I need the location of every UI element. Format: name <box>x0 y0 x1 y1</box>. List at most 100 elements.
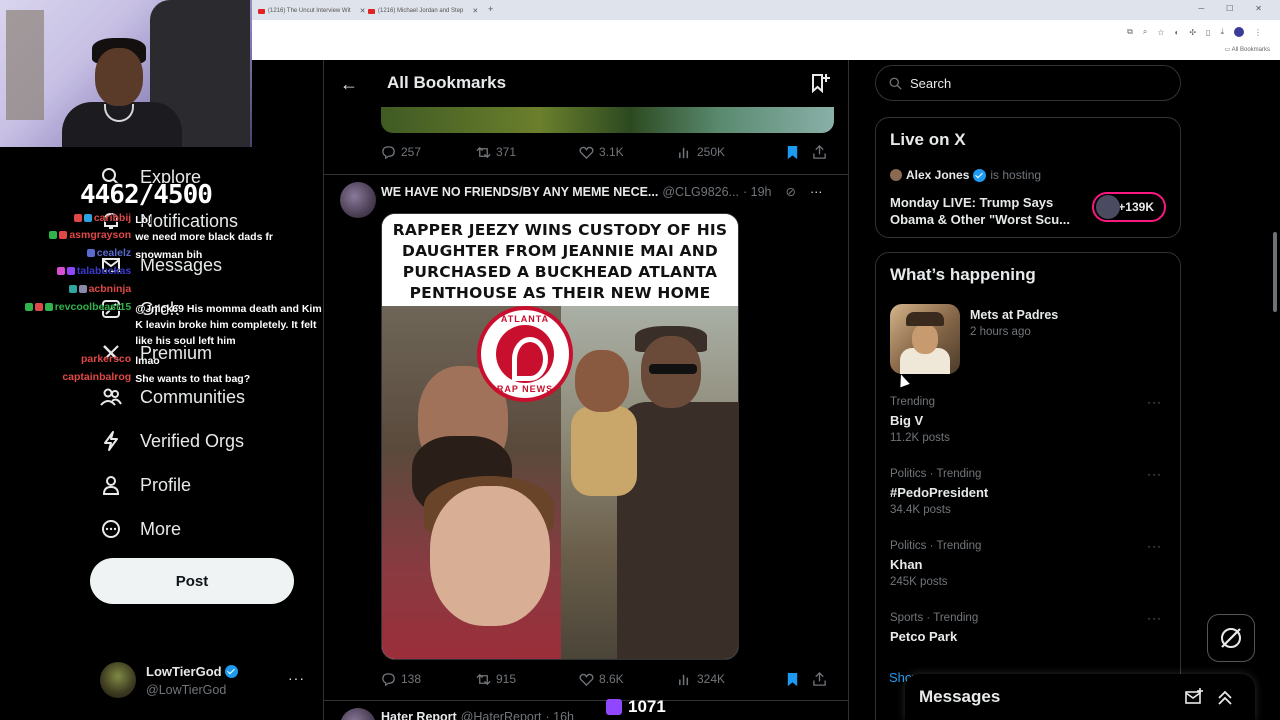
badge-icon <box>59 231 68 239</box>
new-tab-button[interactable]: + <box>488 4 493 14</box>
zoom-icon[interactable]: ⌕ <box>1143 27 1147 37</box>
browser-tab[interactable]: (1216) Michael Jordan and Step ✕ <box>368 4 478 18</box>
tweet-timestamp[interactable]: · 19h <box>743 185 772 199</box>
trend-featured[interactable]: Mets at Padres 2 hours ago <box>890 304 1170 374</box>
close-icon[interactable]: ✕ <box>472 7 478 15</box>
trend-item[interactable]: Politics · Trending #PedoPresident 34.4K… <box>890 467 1170 522</box>
repost-button[interactable]: 915 <box>476 672 579 687</box>
chat-username: acbninja <box>88 283 132 295</box>
share-button[interactable] <box>812 144 827 160</box>
like-button[interactable]: 3.1K <box>579 145 677 160</box>
tweet-author-name[interactable]: Hater Report <box>381 710 457 720</box>
bookmarks-timeline[interactable]: ← All Bookmarks 257 371 3.1K 250K WE HAV… <box>323 60 849 720</box>
expand-chevron-icon[interactable] <box>1216 688 1234 706</box>
post-button[interactable]: Post <box>90 558 294 604</box>
tweet-image[interactable]: RAPPER JEEZY WINS CUSTODY OF HIS DAUGHTE… <box>381 213 739 660</box>
live-space-title[interactable]: Monday LIVE: Trump Says Obama & Other "W… <box>890 194 1085 228</box>
tweet-more-icon[interactable]: ··· <box>810 185 823 199</box>
downloads-icon[interactable]: ⤓ <box>1220 27 1224 37</box>
nav-item-communities[interactable]: Communities <box>100 386 300 408</box>
tweet-timestamp[interactable]: · 16h <box>546 710 575 720</box>
menu-icon[interactable]: ⋮ <box>1254 28 1262 37</box>
live-listener-pill[interactable]: +139K <box>1092 192 1166 222</box>
live-host-row[interactable]: Alex Jones is hosting <box>890 168 1041 182</box>
new-message-icon[interactable] <box>1185 688 1203 706</box>
repost-icon <box>476 673 491 685</box>
all-bookmarks-folder[interactable]: ▭ All Bookmarks <box>1225 46 1270 53</box>
audio-icon[interactable]: ◐ <box>1175 28 1180 37</box>
views-button[interactable]: 250K <box>677 145 785 160</box>
youtube-icon <box>368 8 375 14</box>
sidebar-icon[interactable]: ▯ <box>1206 28 1210 37</box>
trend-name: Big V <box>890 413 924 428</box>
nav-item-profile[interactable]: Profile <box>100 474 300 496</box>
tweet-author-avatar[interactable] <box>340 182 376 218</box>
back-arrow-icon[interactable]: ← <box>340 74 358 95</box>
tweet-author-name[interactable]: WE HAVE NO FRIENDS/BY ANY MEME NECE... <box>381 185 658 199</box>
messages-drawer-title: Messages <box>919 687 1001 706</box>
maximize-icon[interactable]: ☐ <box>1226 4 1233 13</box>
account-more-button[interactable]: ··· <box>288 670 305 686</box>
bookmark-button[interactable] <box>785 145 812 160</box>
account-switcher[interactable]: LowTierGod @LowTierGod ··· <box>100 662 315 702</box>
chat-username: cealelz <box>96 247 132 259</box>
account-handle: @LowTierGod <box>146 683 227 697</box>
like-button[interactable]: 8.6K <box>579 672 677 687</box>
sunglasses <box>649 364 697 374</box>
tweet-author-avatar[interactable] <box>340 708 376 720</box>
reply-button[interactable]: 138 <box>381 672 476 687</box>
search-icon <box>889 77 902 90</box>
trend-item[interactable]: Sports · Trending Petco Park ··· <box>890 611 1170 666</box>
trend-item[interactable]: Politics · Trending Khan 245K posts ··· <box>890 539 1170 594</box>
trend-item[interactable]: Trending Big V 11.2K posts ··· <box>890 395 1170 450</box>
logo-text: RAP NEWS <box>496 384 554 394</box>
bookmarks-header: ← All Bookmarks <box>324 60 848 107</box>
profile-avatar[interactable] <box>1234 27 1244 37</box>
views-button[interactable]: 324K <box>677 672 785 687</box>
minimize-icon[interactable]: ─ <box>1198 4 1204 13</box>
search-input[interactable]: Search <box>875 65 1181 101</box>
verified-badge-icon <box>224 665 238 678</box>
repost-count: 915 <box>496 672 517 686</box>
page-scrollbar[interactable] <box>1272 60 1278 720</box>
trend-more-icon[interactable]: ··· <box>1147 611 1162 625</box>
browser-tab[interactable]: (1216) The Uncut Interview Wit ✕ <box>258 4 365 18</box>
reply-button[interactable]: 257 <box>381 145 476 160</box>
repost-button[interactable]: 371 <box>476 145 579 160</box>
scrollbar-thumb[interactable] <box>1273 232 1277 312</box>
tweet-author-handle[interactable]: @CLG9826... <box>662 185 739 199</box>
avatar <box>890 169 902 181</box>
close-window-icon[interactable]: ✕ <box>1255 4 1262 13</box>
grok-explain-icon[interactable]: ⊘ <box>785 184 795 199</box>
nav-item-more[interactable]: More <box>100 518 300 540</box>
views-icon <box>679 147 689 158</box>
messages-drawer[interactable]: Messages <box>905 674 1255 720</box>
chat-message: acbninja <box>4 283 324 295</box>
extensions-icon[interactable]: ✣ <box>1189 28 1196 37</box>
cat-tree-shelf <box>6 10 44 120</box>
bookmark-button[interactable] <box>785 672 812 687</box>
page-title: All Bookmarks <box>387 73 507 92</box>
trend-meta: Politics · Trending <box>890 468 982 480</box>
trend-more-icon[interactable]: ··· <box>1147 467 1162 481</box>
streamer-face <box>95 48 143 106</box>
trend-more-icon[interactable]: ··· <box>1147 395 1162 409</box>
install-icon[interactable]: ⧉ <box>1127 27 1133 37</box>
twitch-bits-icon <box>606 699 622 715</box>
chat-username: asmgrayson <box>69 229 132 241</box>
live-host-suffix: is hosting <box>990 168 1042 182</box>
trend-more-icon[interactable]: ··· <box>1147 539 1162 553</box>
star-icon[interactable]: ☆ <box>1157 28 1164 37</box>
share-button[interactable] <box>812 671 827 687</box>
add-bookmark-folder-icon[interactable] <box>809 72 831 94</box>
reply-icon <box>382 145 395 159</box>
badge-icon <box>66 267 75 275</box>
grok-button[interactable] <box>1207 614 1255 662</box>
close-icon[interactable]: ✕ <box>360 7 366 15</box>
tweet-author-handle[interactable]: @HaterReport <box>461 710 542 720</box>
badge-icon <box>34 303 43 311</box>
reply-count: 138 <box>401 672 422 686</box>
previous-tweet-media[interactable] <box>381 107 834 133</box>
previous-tweet-actions: 257 371 3.1K 250K <box>381 142 836 162</box>
nav-item-verified-orgs[interactable]: Verified Orgs <box>100 430 300 452</box>
